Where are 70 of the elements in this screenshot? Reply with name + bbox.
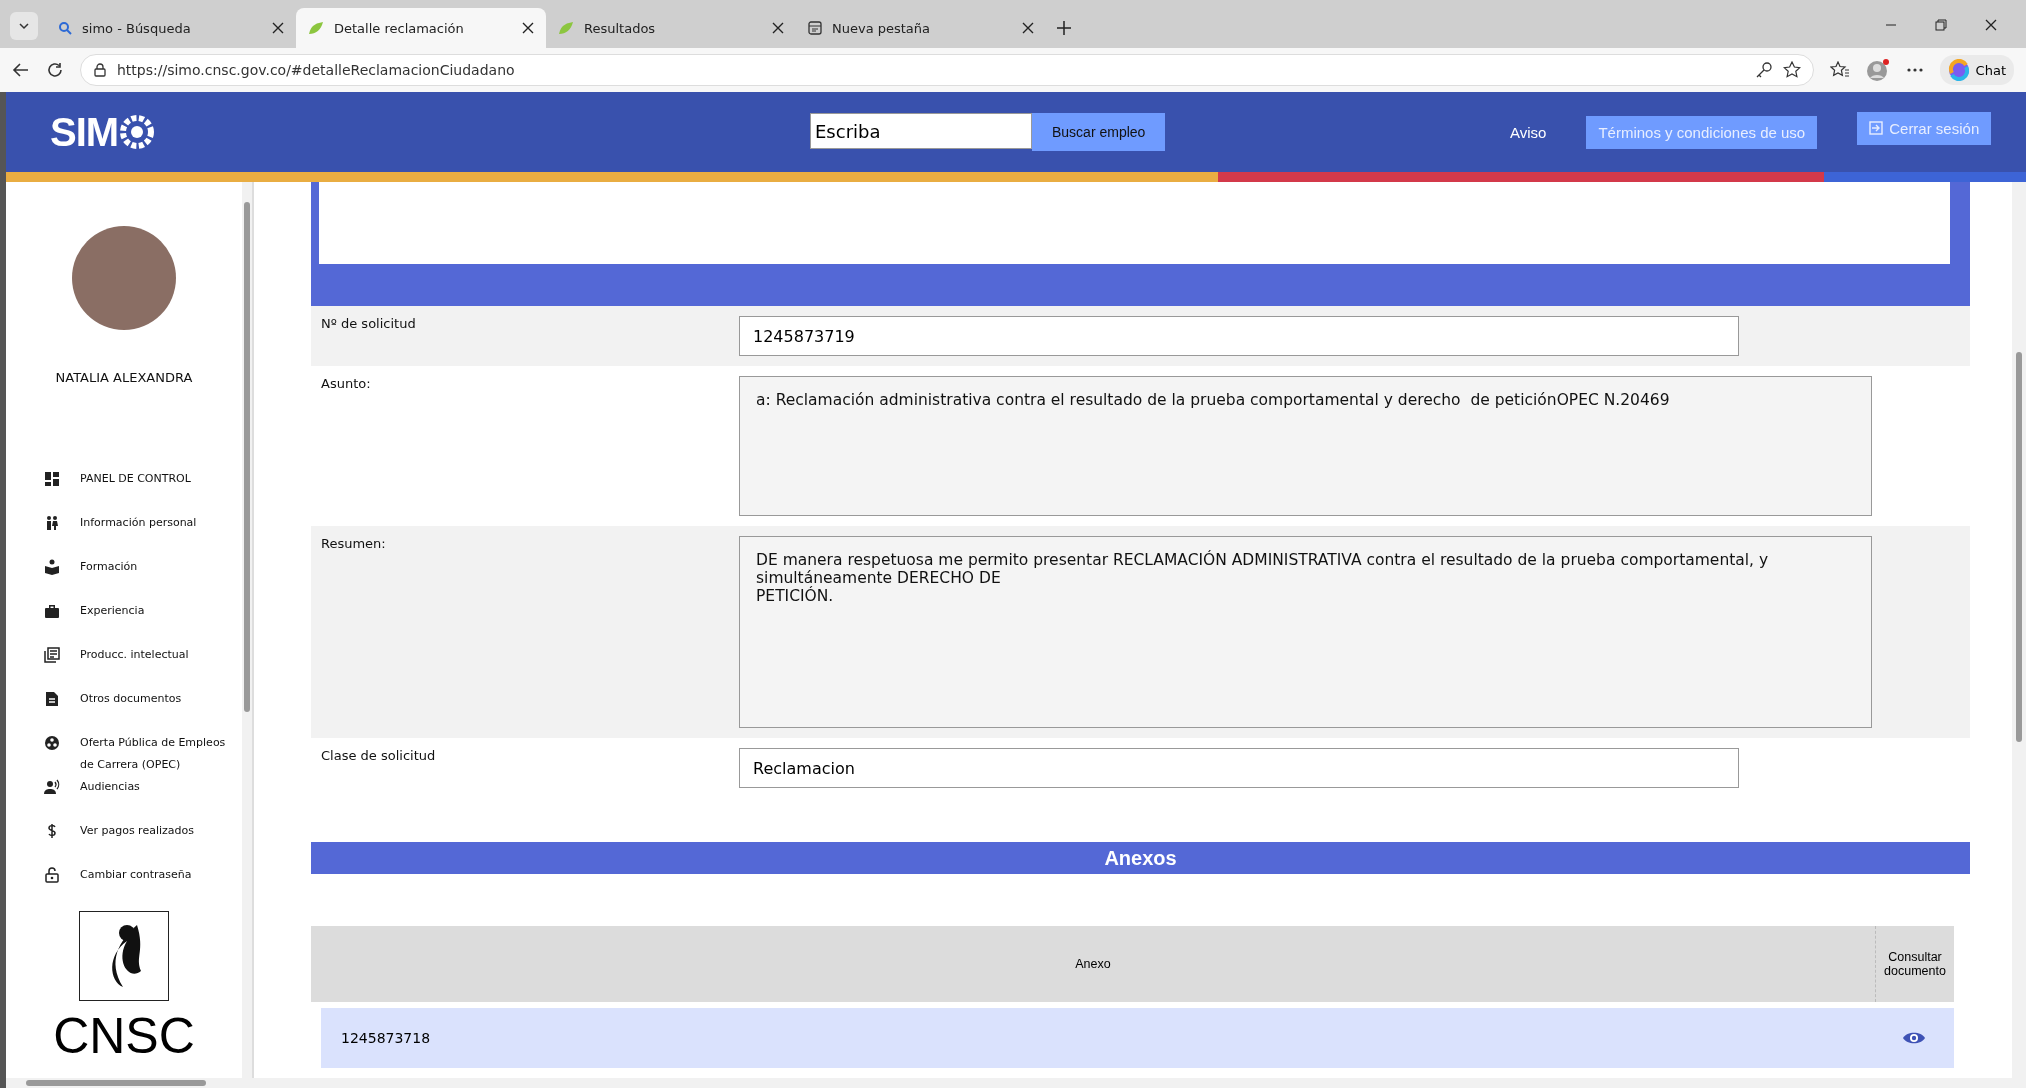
lock-icon <box>44 867 60 883</box>
scrollbar[interactable] <box>2012 182 2026 1078</box>
site-logo[interactable]: SIM <box>50 109 119 155</box>
sidebar-item[interactable]: Experiencia <box>44 603 242 647</box>
sidebar-item[interactable]: Ver pagos realizados <box>44 823 242 867</box>
search-icon <box>58 21 72 35</box>
more-icon[interactable] <box>1905 67 1924 73</box>
column-header: Anexo <box>311 926 1876 1002</box>
sidebar-item[interactable]: Formación <box>44 559 242 603</box>
back-icon[interactable] <box>12 61 30 79</box>
notice-link[interactable]: Aviso <box>1510 123 1547 141</box>
text-field[interactable]: Reclamacion <box>739 748 1739 788</box>
people-icon <box>44 515 60 531</box>
search-field[interactable]: Escriba <box>810 113 1032 149</box>
browser-tab[interactable]: simo - Búsqueda <box>46 8 296 48</box>
browser-tab[interactable]: Resultados <box>546 8 796 48</box>
column-header: Consultar documento <box>1883 949 1947 980</box>
lock-icon <box>93 63 107 77</box>
profile-icon[interactable] <box>1865 58 1890 82</box>
sidebar-item[interactable]: Producc. intelectual <box>44 647 242 691</box>
field-label: Nº de solicitud <box>320 316 417 333</box>
new-tab-icon[interactable] <box>1056 20 1072 36</box>
speaker-icon <box>44 779 60 795</box>
page-icon <box>808 21 822 35</box>
dashboard-icon <box>44 471 60 487</box>
close-icon[interactable] <box>1984 18 1998 32</box>
key-icon[interactable] <box>1754 61 1773 79</box>
sidebar-item[interactable]: Audiencias <box>44 779 242 823</box>
text-area[interactable]: DE manera respetuosa me permito presentar RECLAMACIÓN ADMINISTRATIVA contra el resultado de la prueba comportamental, y simultáneamente DERECHO DE PETICIÓN. <box>739 536 1872 728</box>
search-button[interactable]: Buscar empleo <box>1032 113 1166 151</box>
favorites-icon[interactable] <box>1829 61 1850 79</box>
close-icon[interactable] <box>272 22 284 34</box>
field-label: Resumen: <box>320 536 387 553</box>
table-cell: 1245873718 <box>341 1030 431 1046</box>
eye-icon[interactable] <box>1902 1030 1926 1046</box>
document-icon <box>44 691 60 707</box>
reload-icon[interactable] <box>46 61 64 79</box>
close-icon[interactable] <box>522 22 534 34</box>
field-label: Clase de solicitud <box>320 748 437 765</box>
sidebar-item[interactable]: Oferta Pública de Empleos de Carrera (OPEC) <box>44 735 242 779</box>
gear-icon <box>120 115 155 149</box>
field-label: Asunto: <box>320 376 372 393</box>
sidebar-item[interactable]: Cambiar contraseña <box>44 867 242 911</box>
close-icon[interactable] <box>772 22 784 34</box>
sidebar-item[interactable]: Otros documentos <box>44 691 242 735</box>
browser-tab[interactable]: Detalle reclamación <box>296 8 546 48</box>
leaf-icon <box>308 21 324 35</box>
address-bar[interactable]: https://simo.cnsc.gov.co/#detalleReclamacionCiudadano <box>80 54 1814 86</box>
scrollbar[interactable] <box>242 182 252 1078</box>
book-icon <box>44 559 60 575</box>
logout-icon <box>1869 121 1884 135</box>
organization-logo: CNSC <box>53 1011 195 1061</box>
tab-list-button[interactable] <box>10 12 38 40</box>
circle-icon <box>44 735 60 751</box>
copilot-icon <box>1947 59 1970 81</box>
restore-icon[interactable] <box>1934 18 1948 32</box>
text-field[interactable]: 1245873719 <box>739 316 1739 356</box>
section-header: Anexos <box>311 842 1970 874</box>
library-icon <box>44 647 60 663</box>
sidebar-item[interactable]: PANEL DE CONTROL <box>44 471 242 515</box>
briefcase-icon <box>44 603 60 619</box>
close-icon[interactable] <box>1022 22 1034 34</box>
text-area[interactable]: a: Reclamación administrativa contra el resultado de la prueba comportamental y derecho de peticiónOPEC N.20469 <box>739 376 1872 516</box>
scrollbar[interactable] <box>6 1078 2026 1088</box>
user-name: NATALIA ALEXANDRA <box>55 370 193 385</box>
leaf-icon <box>558 21 574 35</box>
chat-button[interactable]: Chat <box>1939 55 2014 85</box>
star-icon[interactable] <box>1782 61 1801 79</box>
browser-tab[interactable]: Nueva pestaña <box>796 8 1046 48</box>
sidebar-item[interactable]: Información personal <box>44 515 242 559</box>
